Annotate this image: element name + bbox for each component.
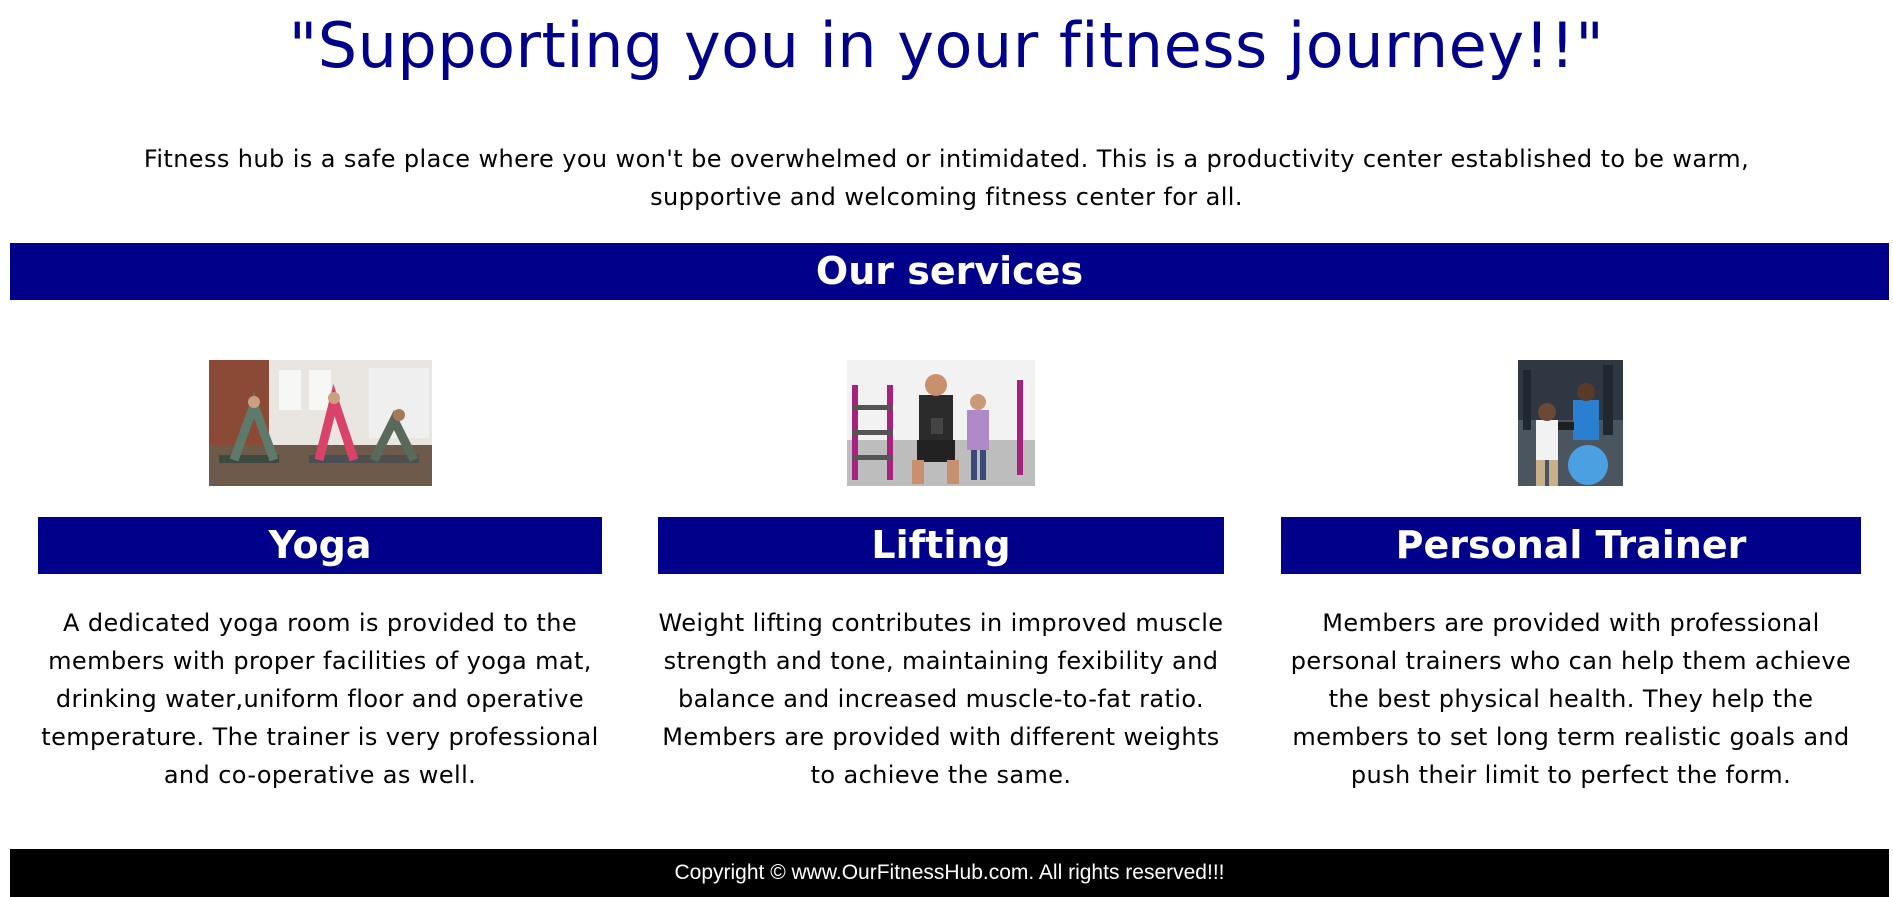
service-title-personal-trainer: Personal Trainer (1281, 517, 1861, 574)
page: "Supporting you in your fitness journey!… (0, 0, 1893, 897)
service-description-personal-trainer: Members are provided with professional p… (1290, 609, 1852, 789)
personal-trainer-image (1518, 360, 1623, 486)
service-title-lifting: Lifting (658, 517, 1224, 574)
footer-copyright: Copyright © www.OurFitnessHub.com. All r… (10, 849, 1889, 897)
service-title-yoga: Yoga (38, 517, 602, 574)
service-description-lifting: Weight lifting contributes in improved m… (658, 609, 1224, 789)
hero-title: "Supporting you in your fitness journey!… (288, 9, 1605, 82)
lifting-image (847, 360, 1035, 486)
yoga-image (209, 360, 432, 486)
intro-paragraph: Fitness hub is a safe place where you wo… (143, 145, 1750, 211)
service-description-yoga: A dedicated yoga room is provided to the… (41, 609, 599, 789)
services-heading: Our services (10, 243, 1889, 300)
